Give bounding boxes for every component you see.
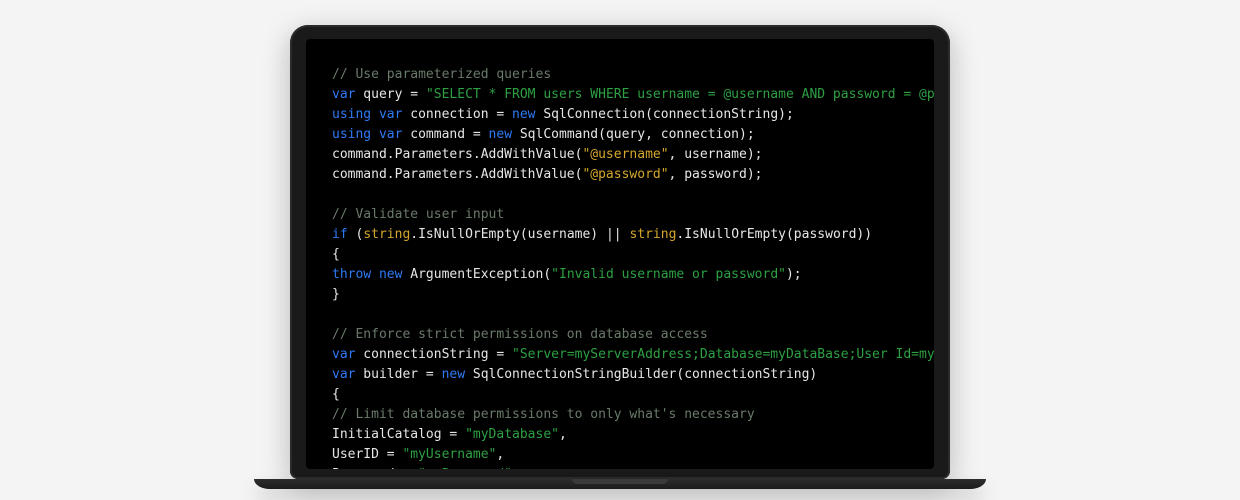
code-token: // Use parameterized queries [332,67,551,82]
code-token: new [489,127,512,142]
code-line: using var connection = new SqlConnection… [332,105,934,125]
code-block: // Use parameterized queries var query = … [332,65,934,469]
code-line: command.Parameters.AddWithValue("@passwo… [332,165,934,185]
code-token: var [332,347,355,362]
laptop-base [254,479,986,489]
code-token: "myUsername" [402,447,496,462]
code-line [332,305,934,325]
code-token: connection = [402,107,512,122]
code-token: // Limit database permissions to only wh… [332,407,755,422]
code-token: UserID = [332,447,402,462]
code-token: new [442,367,465,382]
code-token: .IsNullOrEmpty(password)) [676,227,872,242]
code-token: "Server=myServerAddress;Database=myDataB… [512,347,934,362]
code-token [371,107,379,122]
code-line: using var command = new SqlCommand(query… [332,125,934,145]
code-line: { [332,245,934,265]
code-line: // Use parameterized queries [332,65,934,85]
code-line: var connectionString = "Server=myServerA… [332,345,934,365]
code-line [332,185,934,205]
code-line: if (string.IsNullOrEmpty(username) || st… [332,225,934,245]
code-token: "Invalid username or password" [551,267,786,282]
code-token: // Validate user input [332,207,504,222]
code-token: , username); [669,147,763,162]
code-token: query = [355,87,425,102]
code-line: // Validate user input [332,205,934,225]
code-token: "@password" [582,167,668,182]
code-token: var [332,87,355,102]
code-token: command.Parameters.AddWithValue( [332,167,582,182]
code-token: if [332,227,348,242]
code-line: InitialCatalog = "myDatabase", [332,425,934,445]
code-token: connectionString = [355,347,512,362]
code-token: { [332,387,340,402]
code-token: ( [348,227,364,242]
code-line: command.Parameters.AddWithValue("@userna… [332,145,934,165]
code-token: ArgumentException( [402,267,551,282]
code-token: builder = [355,367,441,382]
code-token [371,127,379,142]
code-token: using [332,107,371,122]
code-line: UserID = "myUsername", [332,445,934,465]
code-token: throw [332,267,371,282]
code-token: var [379,107,402,122]
code-token: string [629,227,676,242]
code-token: , [559,427,567,442]
code-token: "myPassword" [418,467,512,469]
code-token: , [512,467,520,469]
code-line: var query = "SELECT * FROM users WHERE u… [332,85,934,105]
code-token: SqlCommand(query, connection); [512,127,755,142]
code-token: { [332,247,340,262]
code-token: new [379,267,402,282]
code-token: ); [786,267,802,282]
code-token: } [332,287,340,302]
code-token: string [363,227,410,242]
code-editor-screen: // Use parameterized queries var query = … [306,39,934,469]
code-token: // Enforce strict permissions on databas… [332,327,708,342]
code-line: { [332,385,934,405]
code-token: , password); [669,167,763,182]
code-token [371,267,379,282]
code-line: // Enforce strict permissions on databas… [332,325,934,345]
code-token: "@username" [582,147,668,162]
code-line: Password = "myPassword", [332,465,934,469]
code-line: } [332,285,934,305]
code-token: command = [402,127,488,142]
code-line: throw new ArgumentException("Invalid use… [332,265,934,285]
code-token: SqlConnectionStringBuilder(connectionStr… [465,367,817,382]
code-token: .IsNullOrEmpty(username) || [410,227,629,242]
code-token: using [332,127,371,142]
code-token: var [332,367,355,382]
code-line: var builder = new SqlConnectionStringBui… [332,365,934,385]
code-token: new [512,107,535,122]
laptop-bezel: // Use parameterized queries var query = … [290,25,950,479]
code-token: command.Parameters.AddWithValue( [332,147,582,162]
code-token: "SELECT * FROM users WHERE username = @u… [426,87,934,102]
laptop-notch [572,479,668,484]
code-line: // Limit database permissions to only wh… [332,405,934,425]
code-token: SqlConnection(connectionString); [536,107,794,122]
code-token: "myDatabase" [465,427,559,442]
code-token: Password = [332,467,418,469]
code-token: , [496,447,504,462]
code-token: var [379,127,402,142]
laptop-mockup: // Use parameterized queries var query = … [290,25,950,489]
code-token: InitialCatalog = [332,427,465,442]
